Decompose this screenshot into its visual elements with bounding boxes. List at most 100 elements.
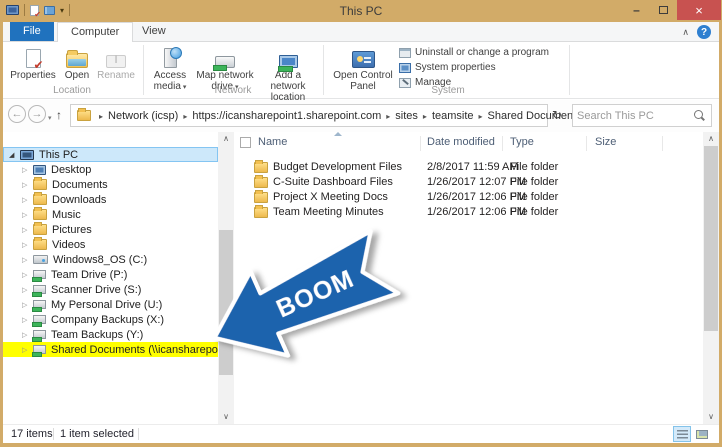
breadcrumb-teamsite[interactable]: teamsite — [432, 110, 474, 122]
tree-item-team-drive[interactable]: Team Drive (P:) — [3, 267, 218, 282]
divider[interactable] — [420, 136, 421, 151]
system-properties-button[interactable]: System properties — [399, 61, 496, 74]
network-drive-icon — [32, 285, 46, 297]
table-row[interactable]: C-Suite Dashboard Files 1/26/2017 12:07 … — [234, 175, 703, 190]
folder-icon — [254, 175, 268, 188]
tab-computer[interactable]: Computer — [57, 22, 134, 42]
scroll-down-icon[interactable] — [218, 410, 234, 424]
expand-icon[interactable] — [22, 211, 33, 219]
column-header-size[interactable]: Size — [595, 136, 616, 148]
folder-icon — [33, 222, 47, 235]
column-headers: Name Date modified Type Size — [234, 132, 703, 152]
scrollbar-thumb[interactable] — [704, 146, 718, 331]
up-button[interactable] — [56, 108, 62, 122]
sort-ascending-icon — [334, 132, 342, 136]
search-box[interactable] — [572, 104, 712, 127]
breadcrumb-separator-icon — [183, 110, 187, 122]
details-view-button[interactable] — [673, 426, 691, 442]
recent-locations-icon[interactable] — [48, 111, 52, 123]
breadcrumb-separator-icon — [99, 110, 103, 122]
expand-icon[interactable] — [22, 256, 33, 264]
expand-icon[interactable] — [22, 166, 33, 174]
scroll-up-icon[interactable] — [703, 132, 719, 146]
maximize-button[interactable] — [650, 0, 677, 20]
divider — [53, 428, 54, 440]
folder-icon — [33, 207, 47, 220]
forward-button[interactable] — [28, 105, 46, 123]
divider[interactable] — [586, 136, 587, 151]
window-body: File Computer View Properties Open Renam… — [3, 22, 719, 443]
minimize-button[interactable] — [623, 0, 650, 20]
tab-view[interactable]: View — [129, 22, 179, 41]
tree-item-windows8-os[interactable]: Windows8_OS (C:) — [3, 252, 218, 267]
column-header-type[interactable]: Type — [510, 136, 534, 148]
tree-item-this-pc[interactable]: This PC — [3, 147, 218, 162]
table-row[interactable]: Project X Meeting Docs 1/26/2017 12:06 P… — [234, 190, 703, 205]
help-icon[interactable] — [697, 25, 711, 39]
title-bar[interactable]: This PC — [0, 0, 722, 22]
breadcrumb-site-url[interactable]: https://icansharepoint1.sharepoint.com — [192, 110, 381, 122]
tree-item-desktop[interactable]: Desktop — [3, 162, 218, 177]
expand-icon[interactable] — [22, 241, 33, 249]
open-folder-icon — [66, 50, 88, 68]
minimize-ribbon-icon[interactable] — [682, 26, 689, 38]
tree-item-team-backups[interactable]: Team Backups (Y:) — [3, 327, 218, 342]
folder-icon — [254, 205, 268, 218]
close-button[interactable] — [677, 0, 721, 20]
expand-icon[interactable] — [22, 181, 33, 189]
tree-item-my-personal-drive[interactable]: My Personal Drive (U:) — [3, 297, 218, 312]
ribbon: Properties Open Rename Location Access m… — [3, 42, 719, 103]
scroll-down-icon[interactable] — [703, 410, 719, 424]
refresh-icon[interactable] — [552, 108, 562, 122]
network-drive-icon — [32, 330, 46, 342]
divider — [138, 428, 139, 440]
table-row[interactable]: Team Meeting Minutes 1/26/2017 12:06 PM … — [234, 205, 703, 220]
address-row: Network (icsp) https://icansharepoint1.s… — [3, 100, 719, 132]
window-title: This PC — [339, 4, 383, 18]
thumbnails-view-button[interactable] — [693, 426, 711, 442]
ribbon-tab-row: File Computer View — [3, 22, 719, 42]
search-icon[interactable] — [693, 109, 706, 122]
computer-icon — [20, 149, 34, 160]
tree-item-downloads[interactable]: Downloads — [3, 192, 218, 207]
breadcrumb-shared-documents[interactable]: Shared Documents — [488, 110, 582, 122]
tree-item-videos[interactable]: Videos — [3, 237, 218, 252]
tab-file[interactable]: File — [10, 22, 54, 42]
uninstall-program-button[interactable]: Uninstall or change a program — [399, 46, 549, 59]
group-label-location: Location — [53, 85, 91, 96]
back-button[interactable] — [8, 105, 26, 123]
divider[interactable] — [662, 136, 663, 151]
scroll-up-icon[interactable] — [218, 132, 234, 146]
expand-icon[interactable] — [22, 196, 33, 204]
search-input[interactable] — [573, 109, 693, 122]
tree-item-documents[interactable]: Documents — [3, 177, 218, 192]
status-bar: 17 items 1 item selected — [3, 424, 719, 443]
breadcrumb-sites[interactable]: sites — [395, 110, 418, 122]
open-button[interactable]: Open — [61, 44, 93, 81]
boom-annotation-arrow: BOOM — [212, 229, 401, 358]
tree-item-music[interactable]: Music — [3, 207, 218, 222]
tree-item-scanner-drive[interactable]: Scanner Drive (S:) — [3, 282, 218, 297]
tree-item-pictures[interactable]: Pictures — [3, 222, 218, 237]
table-row[interactable]: Budget Development Files 2/8/2017 11:59 … — [234, 160, 703, 175]
address-bar[interactable]: Network (icsp) https://icansharepoint1.s… — [70, 104, 582, 127]
column-header-name[interactable]: Name — [258, 136, 287, 148]
network-drive-icon — [32, 345, 46, 357]
rename-button[interactable]: Rename — [93, 44, 139, 81]
list-scrollbar[interactable] — [703, 132, 719, 424]
breadcrumb-network[interactable]: Network (icsp) — [108, 110, 178, 122]
expand-icon[interactable] — [22, 226, 33, 234]
tree-item-company-backups[interactable]: Company Backups (X:) — [3, 312, 218, 327]
divider[interactable] — [502, 136, 503, 151]
tree-item-shared-documents[interactable]: Shared Documents (\\icansharepoint1.shar… — [3, 342, 218, 357]
item-count: 17 items — [11, 428, 53, 440]
column-header-date-modified[interactable]: Date modified — [427, 136, 495, 148]
properties-button[interactable]: Properties — [7, 44, 59, 81]
select-all-checkbox[interactable] — [240, 137, 251, 148]
add-network-location-icon — [277, 55, 298, 72]
group-label-system: System — [431, 85, 465, 96]
breadcrumb-separator-icon — [386, 110, 390, 122]
thumbnails-view-icon — [696, 429, 708, 439]
network-drive-icon — [32, 270, 46, 282]
collapse-icon[interactable] — [9, 151, 20, 159]
